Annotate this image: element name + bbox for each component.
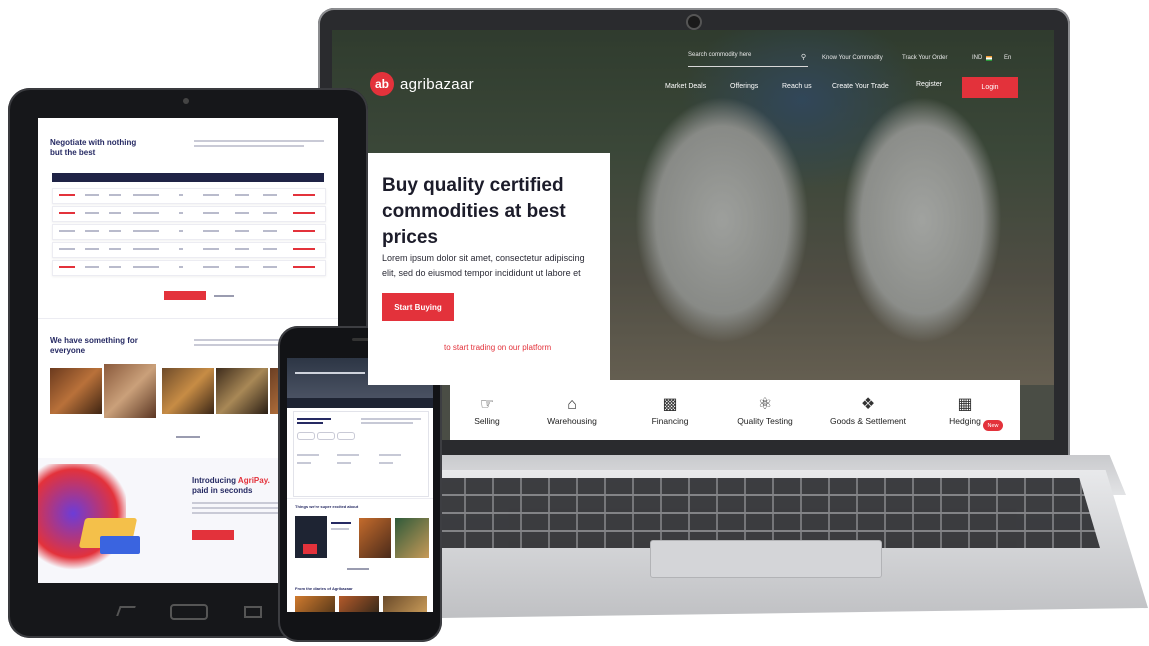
phone-card-text: [361, 422, 413, 424]
phone-list-text: [297, 454, 319, 456]
brand-logo[interactable]: ab agribazaar: [370, 72, 474, 96]
nav-reach-us[interactable]: Reach us: [782, 83, 812, 90]
phone-footer-heading: From the diaries of Agribazaar: [295, 586, 353, 591]
start-trading-link[interactable]: to start trading on our platform: [444, 343, 551, 352]
table-row[interactable]: [52, 224, 326, 240]
phone-nav-bar: [287, 398, 433, 408]
service-label: Quality Testing: [737, 416, 793, 426]
agripay-heading-accent: AgriPay.: [237, 476, 270, 485]
service-quality-testing[interactable]: ⚛ Quality Testing: [720, 394, 810, 426]
services-bar: ☞ Selling ⌂ Warehousing ▩ Financing ⚛ Qu…: [450, 380, 1020, 440]
phone-chip[interactable]: [317, 432, 335, 440]
nav-offerings[interactable]: Offerings: [730, 83, 758, 90]
nav-create-trade[interactable]: Create Your Trade: [832, 83, 889, 90]
nav-market-deals[interactable]: Market Deals: [665, 83, 706, 90]
phone-feature-image[interactable]: [395, 518, 429, 558]
phone-feature-text: [331, 522, 351, 524]
product-card[interactable]: [104, 364, 156, 418]
service-warehousing[interactable]: ⌂ Warehousing: [527, 394, 617, 426]
agripay-signup-button[interactable]: [192, 530, 234, 540]
product-card[interactable]: [162, 368, 214, 414]
laptop-keyboard: [410, 478, 1100, 548]
handshake-icon: ❖: [860, 396, 876, 413]
phone-list-text: [297, 462, 311, 464]
new-badge: New: [983, 420, 1003, 431]
phone-section-heading: Things we're super excited about: [295, 504, 359, 509]
table-row[interactable]: [52, 206, 326, 222]
section-divider: [287, 498, 433, 499]
register-link[interactable]: Register: [916, 81, 942, 88]
table-row[interactable]: [52, 242, 326, 258]
tablet-intro-text: [194, 145, 304, 147]
table-row[interactable]: [52, 260, 326, 276]
laptop-camera: [686, 14, 702, 30]
search-input[interactable]: Search commodity here ⚲: [688, 52, 808, 67]
tablet-explore-link[interactable]: [176, 436, 200, 438]
tablet-heading-something: We have something for everyone: [50, 336, 138, 355]
phone-list-text: [337, 454, 359, 456]
phone-hero-text: [295, 372, 365, 374]
phone-card-title: [297, 422, 323, 424]
service-selling[interactable]: ☞ Selling: [442, 394, 532, 426]
laptop-screen: ab agribazaar Search commodity here ⚲ Kn…: [332, 30, 1054, 440]
product-card[interactable]: [50, 368, 102, 414]
tablet-menu-icon: [244, 606, 262, 618]
card-icon: [100, 536, 140, 554]
tablet-home-icon: [170, 604, 208, 620]
start-buying-button[interactable]: Start Buying: [382, 293, 454, 321]
language-select[interactable]: En: [1004, 55, 1011, 61]
phone-feature-text: [331, 528, 349, 530]
phone-view-link[interactable]: [347, 568, 369, 570]
brand-name: agribazaar: [400, 75, 474, 93]
agripay-heading-rest: paid in seconds: [192, 486, 253, 495]
search-placeholder: Search commodity here: [688, 52, 752, 58]
phone-list-text: [379, 454, 401, 456]
phone-chip[interactable]: [337, 432, 355, 440]
hero-card: Buy quality certified commodities at bes…: [368, 153, 610, 385]
phone-screen: Things we're super excited about From th…: [287, 358, 433, 612]
tablet-create-trade-button[interactable]: [164, 291, 206, 300]
blog-thumbnail[interactable]: [295, 596, 335, 612]
table-row[interactable]: [52, 188, 326, 204]
flag-icon: [986, 56, 992, 61]
tablet-intro-text: [194, 140, 324, 142]
phone-card-text: [361, 418, 421, 420]
brand-mark-icon: ab: [370, 72, 394, 96]
trade-table-header: [52, 173, 324, 182]
service-label: Financing: [651, 416, 689, 426]
phone-feature-image[interactable]: [359, 518, 391, 558]
hero-title: Buy quality certified commodities at bes…: [382, 175, 566, 248]
tablet-camera: [183, 98, 189, 104]
hero-description: Lorem ipsum dolor sit amet, consectetur …: [382, 253, 585, 278]
phone-feature-accent: [303, 544, 317, 554]
laptop-touchpad: [650, 540, 882, 578]
tablet-view-all-link[interactable]: [214, 295, 234, 297]
login-button[interactable]: Login: [962, 77, 1018, 98]
phone-list-text: [379, 462, 393, 464]
service-goods-settlement[interactable]: ❖ Goods & Settlement: [823, 394, 913, 426]
service-label: Selling: [474, 416, 500, 426]
finance-icon: ▩: [662, 396, 678, 413]
top-link-track-order[interactable]: Track Your Order: [902, 55, 947, 61]
tablet-heading-negotiate: Negotiate with nothing but the best: [50, 138, 137, 157]
section-divider: [38, 318, 338, 319]
country-select[interactable]: IND: [972, 55, 982, 61]
service-financing[interactable]: ▩ Financing: [625, 394, 715, 426]
blog-thumbnail[interactable]: [339, 596, 379, 612]
service-label: Goods & Settlement: [829, 416, 907, 426]
phone-list-text: [337, 462, 351, 464]
search-icon[interactable]: ⚲: [801, 53, 806, 61]
hand-tap-icon: ☞: [479, 396, 495, 413]
phone-card-title: [297, 418, 331, 420]
hedging-icon: ▦: [957, 396, 973, 413]
blog-thumbnail[interactable]: [383, 596, 427, 612]
microscope-icon: ⚛: [757, 396, 773, 413]
product-card[interactable]: [216, 368, 268, 414]
warehouse-icon: ⌂: [567, 396, 577, 413]
phone-chip[interactable]: [297, 432, 315, 440]
service-label: Warehousing: [547, 416, 597, 426]
agripay-heading-prefix: Introducing: [192, 476, 238, 485]
top-link-know-commodity[interactable]: Know Your Commodity: [822, 55, 883, 61]
